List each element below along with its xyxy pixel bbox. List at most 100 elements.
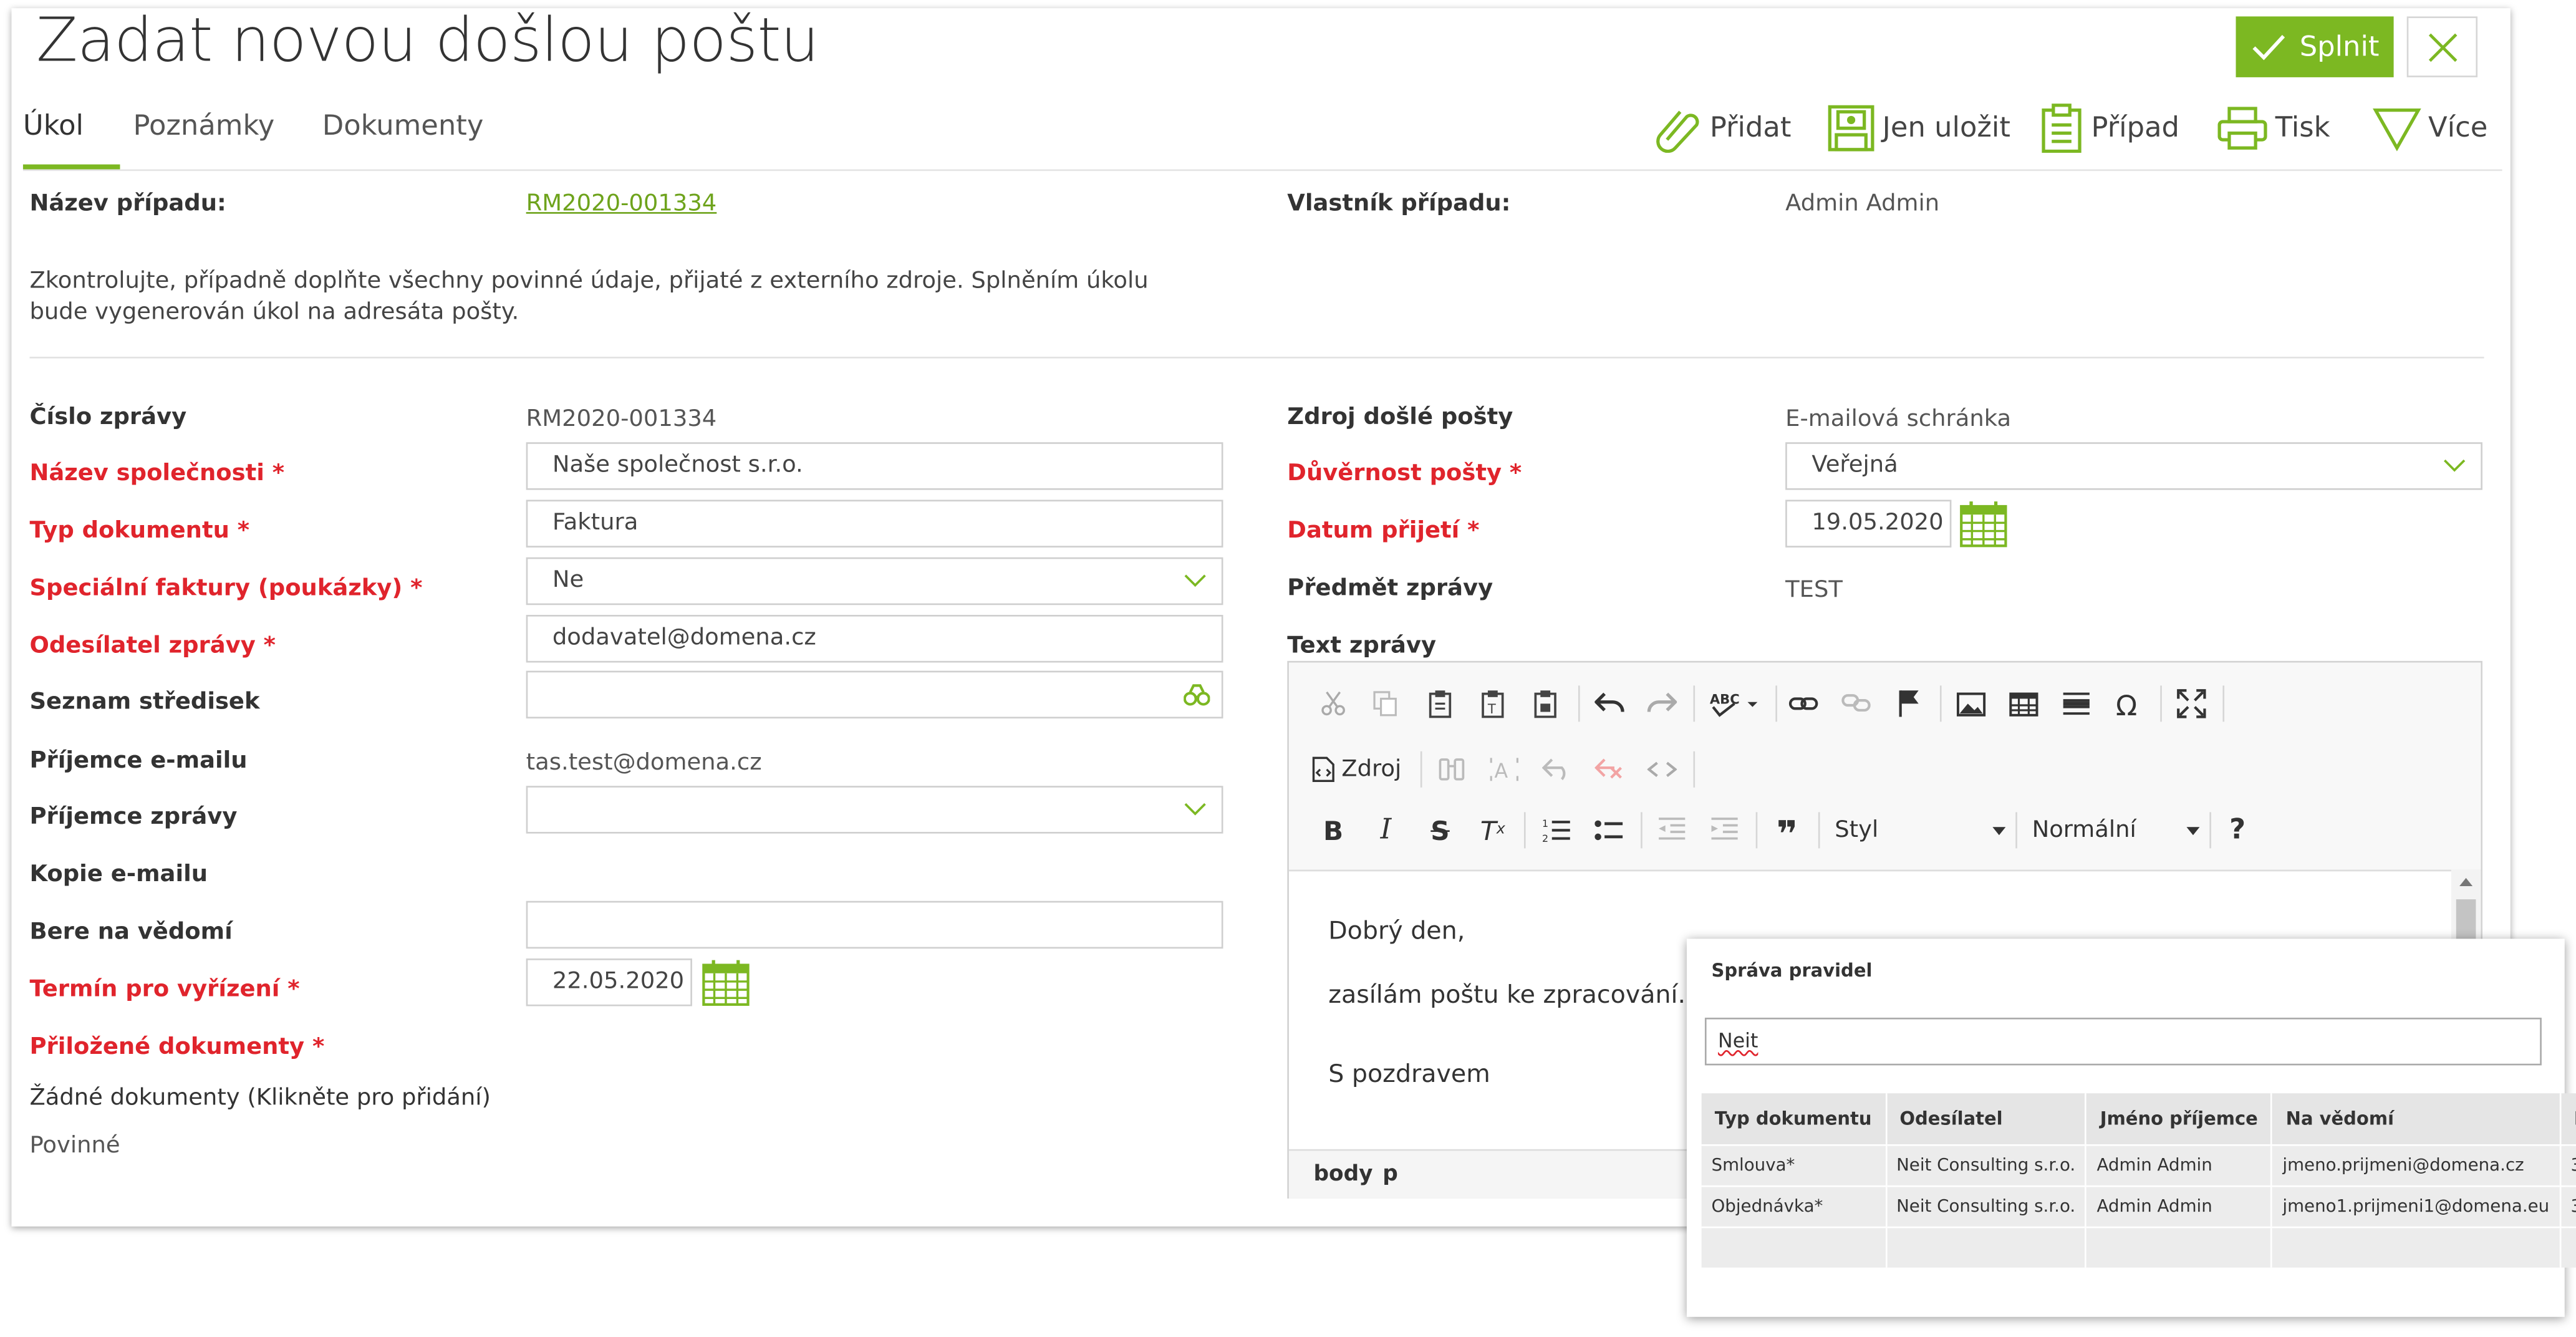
toolbar-separator — [1818, 812, 1820, 849]
toolbar-separator — [2015, 812, 2017, 849]
paste-text-icon[interactable]: T — [1472, 682, 1515, 725]
acknowledges-field[interactable] — [526, 900, 1223, 949]
table-cell — [1885, 1226, 2087, 1268]
spellcheck-icon[interactable]: ABC — [1703, 682, 1765, 725]
toolbar-separator — [2160, 685, 2162, 722]
tab-ukol[interactable]: Úkol — [23, 110, 84, 143]
table-row-empty — [1701, 1226, 2576, 1268]
calendar-icon[interactable] — [1960, 500, 2007, 548]
scroll-up-icon[interactable] — [2456, 873, 2476, 889]
editor-toolbar: T ABC Ω Zdroj A B I S T x 1 2 ❞ Styl Nor… — [1288, 662, 2481, 872]
confidentiality-select[interactable]: Veřejná — [1785, 442, 2482, 490]
bold-icon[interactable]: B — [1312, 809, 1355, 852]
info-text: Zkontrolujte, případně doplňte všechny p… — [29, 268, 1149, 326]
find-icon[interactable] — [1430, 748, 1474, 791]
acknowledges-label: Bere na vědomí — [29, 919, 233, 945]
toolbar-separator — [1939, 685, 1942, 722]
rules-table: Typ dokumentu Odesílatel Jméno příjemce … — [1701, 1093, 2576, 1268]
image-icon[interactable] — [1950, 682, 1993, 725]
bullet-list-icon[interactable] — [1588, 809, 1631, 852]
anchor-flag-icon[interactable] — [1888, 682, 1931, 725]
table-row[interactable]: Smlouva* Neit Consulting s.r.o. Admin Ad… — [1701, 1144, 2576, 1187]
tab-poznamky[interactable]: Poznámky — [133, 110, 275, 143]
company-name-field[interactable]: Naše společnost s.r.o. — [526, 442, 1223, 490]
toolbar-separator — [1420, 751, 1422, 788]
outdent-icon[interactable] — [1651, 809, 1694, 852]
toolbar-separator — [2222, 685, 2225, 722]
column-header[interactable]: Jméno příjemce — [2086, 1093, 2273, 1146]
calendar-icon[interactable] — [702, 958, 750, 1006]
italic-icon[interactable]: I — [1364, 809, 1407, 852]
numbered-list-icon[interactable]: 12 — [1535, 809, 1578, 852]
special-invoices-select[interactable]: Ne — [526, 557, 1223, 606]
add-button[interactable]: Přidat — [1654, 102, 1791, 154]
status-path-body[interactable]: body — [1313, 1162, 1372, 1187]
column-header[interactable]: Odesílatel — [1885, 1093, 2087, 1146]
cost-centers-field[interactable] — [526, 670, 1223, 719]
binoculars-icon[interactable] — [1184, 684, 1210, 707]
save-only-button[interactable]: Jen uložit — [1826, 102, 2010, 154]
received-date-field[interactable]: 19.05.2020 — [1785, 500, 1952, 548]
attachments-empty-link[interactable]: Žádné dokumenty (Klikněte pro přidání) — [29, 1085, 491, 1111]
format-dropdown[interactable]: Normální — [2032, 809, 2200, 852]
undo-icon[interactable] — [1588, 682, 1631, 725]
message-recipient-select[interactable] — [526, 786, 1223, 834]
paste-icon[interactable] — [1419, 682, 1462, 725]
style-dropdown[interactable]: Styl — [1835, 809, 2006, 852]
column-header[interactable]: Na vědomí — [2272, 1093, 2561, 1146]
unlink-icon[interactable] — [1835, 682, 1878, 725]
done-button[interactable]: Splnit — [2236, 16, 2394, 77]
status-path-p[interactable]: p — [1382, 1162, 1398, 1187]
rules-search-value: Neit — [1718, 1029, 1758, 1053]
strikethrough-icon[interactable]: S — [1419, 809, 1462, 852]
case-name-link[interactable]: RM2020-001334 — [526, 191, 717, 217]
case-button[interactable]: Případ — [2038, 102, 2179, 154]
link-icon[interactable] — [1782, 682, 1825, 725]
indent-icon[interactable] — [1703, 809, 1746, 852]
copy-icon[interactable] — [1364, 682, 1407, 725]
page-title: Zadat novou došlou poštu — [36, 4, 819, 76]
table-icon[interactable] — [2002, 682, 2045, 725]
table-row[interactable]: Objednávka* Neit Consulting s.r.o. Admin… — [1701, 1185, 2576, 1228]
clipboard-icon — [2042, 104, 2082, 153]
blockquote-icon[interactable]: ❞ — [1765, 809, 1808, 854]
horizontal-line-icon[interactable] — [2055, 682, 2098, 725]
deadline-field[interactable]: 22.05.2020 — [526, 958, 692, 1006]
column-header[interactable]: Lhůta — [2560, 1093, 2576, 1146]
more-button[interactable]: Více — [2372, 102, 2487, 154]
help-icon[interactable]: ? — [2216, 809, 2259, 852]
toolbar-separator — [1641, 812, 1643, 849]
column-header[interactable]: Typ dokumentu — [1701, 1093, 1887, 1146]
tab-dokumenty[interactable]: Dokumenty — [322, 110, 484, 143]
redo-icon[interactable] — [1641, 682, 1684, 725]
replace-icon[interactable]: A — [1483, 748, 1526, 791]
svg-text:Ω: Ω — [2116, 690, 2137, 717]
save-only-button-label: Jen uložit — [1882, 112, 2010, 145]
source-button-label: Zdroj — [1341, 756, 1402, 783]
clear-format-icon[interactable] — [1588, 748, 1631, 791]
close-button[interactable] — [2406, 16, 2478, 77]
print-button[interactable]: Tisk — [2216, 102, 2330, 154]
chevron-down-icon — [2444, 459, 2466, 472]
remove-format-arrow-icon[interactable] — [1535, 748, 1578, 791]
toolbar-separator — [1693, 751, 1696, 788]
paperclip-icon — [1656, 110, 1699, 153]
document-type-field[interactable]: Faktura — [526, 500, 1223, 548]
source-button[interactable]: Zdroj — [1312, 748, 1411, 791]
special-char-omega-icon[interactable]: Ω — [2108, 682, 2151, 725]
cost-centers-label: Seznam středisek — [29, 688, 260, 715]
rules-search-input[interactable]: Neit — [1704, 1017, 2542, 1066]
maximize-icon[interactable] — [2170, 682, 2213, 725]
style-dropdown-label: Styl — [1835, 817, 1879, 844]
paste-word-icon[interactable] — [1524, 682, 1567, 725]
sender-field[interactable]: dodavatel@domena.cz — [526, 615, 1223, 663]
table-cell — [2272, 1226, 2561, 1268]
code-icon[interactable] — [1641, 748, 1684, 791]
remove-format-icon[interactable]: Tx — [1472, 809, 1515, 852]
table-cell — [1701, 1226, 1887, 1268]
print-button-label: Tisk — [2275, 112, 2330, 145]
subject-label: Předmět zprávy — [1287, 575, 1493, 602]
message-recipient-label: Příjemce zprávy — [29, 804, 238, 831]
cut-icon[interactable] — [1312, 682, 1355, 725]
toolbar-separator — [1523, 812, 1526, 849]
